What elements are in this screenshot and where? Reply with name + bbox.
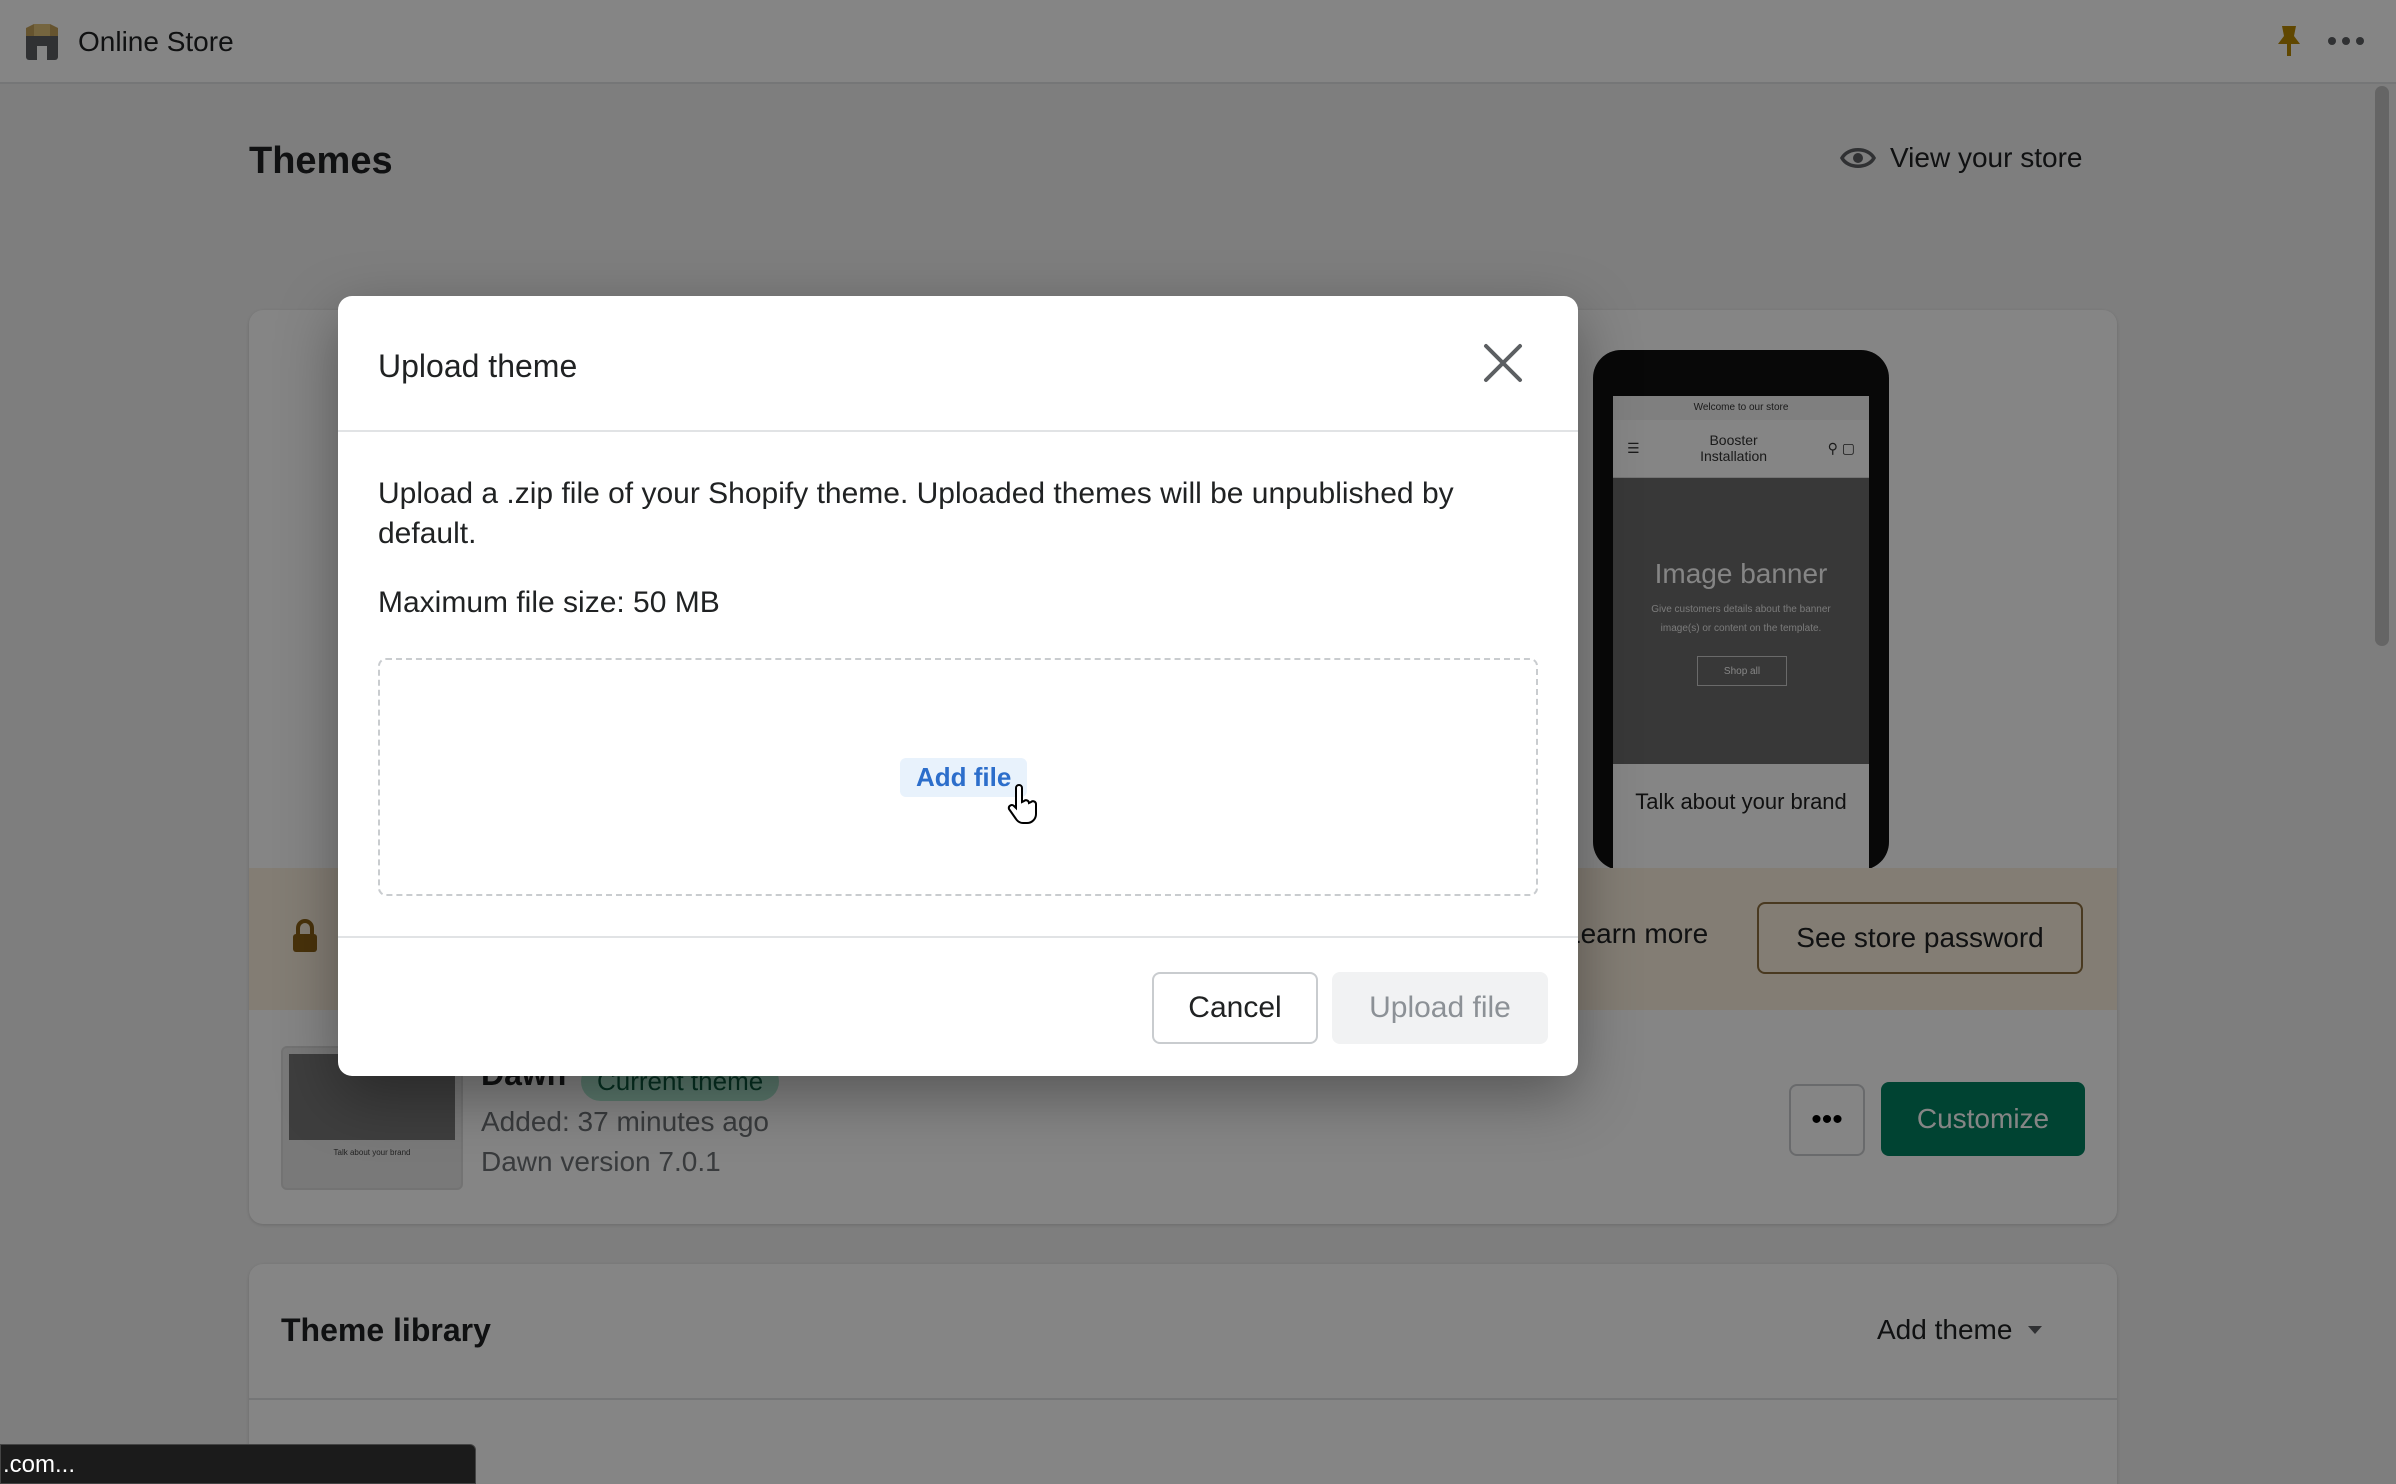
max-file-size: Maximum file size: 50 MB bbox=[378, 586, 720, 619]
divider bbox=[338, 936, 1578, 938]
modal-title: Upload theme bbox=[378, 348, 578, 384]
modal-header: Upload theme bbox=[338, 296, 1578, 432]
pointer-hand-icon bbox=[1007, 784, 1037, 824]
close-icon[interactable] bbox=[1478, 338, 1528, 388]
cancel-button[interactable]: Cancel bbox=[1152, 972, 1318, 1044]
file-dropzone[interactable]: Add file bbox=[378, 658, 1538, 896]
modal-description: Upload a .zip file of your Shopify theme… bbox=[378, 477, 1454, 550]
link-status-bar: .com... bbox=[0, 1444, 476, 1484]
upload-file-button[interactable]: Upload file bbox=[1332, 972, 1548, 1044]
upload-theme-modal: Upload theme Upload a .zip file of your … bbox=[338, 296, 1578, 1076]
